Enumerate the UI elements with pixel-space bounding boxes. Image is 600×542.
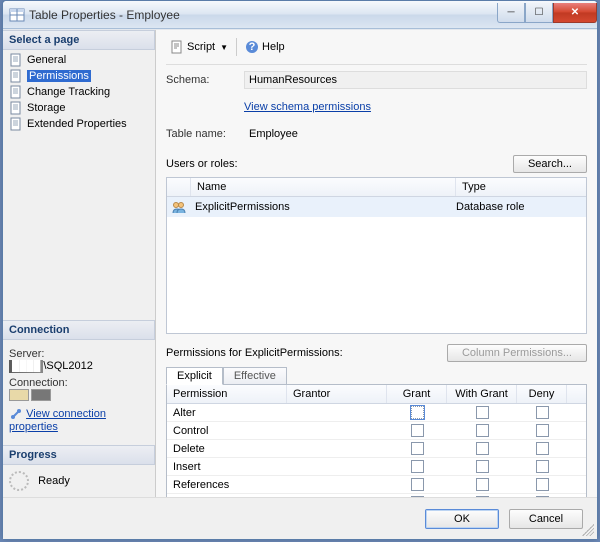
col-withgrant-header[interactable]: With Grant: [447, 385, 517, 403]
connection-label: Connection:: [9, 377, 149, 389]
script-button[interactable]: Script ▼: [166, 38, 232, 56]
server-label: Server:: [9, 348, 149, 360]
with-checkbox[interactable]: [476, 478, 489, 491]
column-permissions-button: Column Permissions...: [447, 344, 587, 362]
deny-checkbox[interactable]: [536, 460, 549, 473]
doc-icon: [9, 117, 23, 131]
user-row[interactable]: ExplicitPermissions Database role: [167, 197, 586, 217]
page-storage[interactable]: Storage: [3, 100, 155, 116]
permission-row[interactable]: References: [167, 476, 586, 494]
progress-spinner-icon: [9, 471, 29, 491]
col-grantor-header[interactable]: Grantor: [287, 385, 387, 403]
doc-icon: [9, 101, 23, 115]
col-grant-header[interactable]: Grant: [387, 385, 447, 403]
permissions-for-label: Permissions for ExplicitPermissions:: [166, 347, 343, 359]
permission-tabs: Explicit Effective: [166, 366, 587, 384]
view-connection-link[interactable]: View connection properties: [9, 408, 106, 433]
deny-checkbox[interactable]: [536, 442, 549, 455]
server-value: ████\SQL2012: [9, 360, 149, 373]
connection-value: [9, 389, 149, 401]
user-type: Database role: [456, 201, 586, 213]
script-label: Script: [187, 41, 215, 53]
with-checkbox[interactable]: [476, 460, 489, 473]
permission-row[interactable]: Insert: [167, 458, 586, 476]
permissions-grid: Permission Grantor Grant With Grant Deny…: [166, 384, 587, 497]
connection-icon: [9, 407, 23, 421]
dialog-window: Table Properties - Employee ─ ☐ ✕ Select…: [2, 0, 598, 540]
titlebar[interactable]: Table Properties - Employee ─ ☐ ✕: [3, 1, 597, 29]
doc-icon: [9, 69, 23, 83]
help-button[interactable]: ? Help: [241, 38, 289, 56]
close-button[interactable]: ✕: [553, 3, 597, 23]
page-list: General Permissions Change Tracking Stor…: [3, 50, 155, 134]
col-name-header[interactable]: Name: [191, 178, 456, 196]
table-name-field: Employee: [244, 125, 587, 143]
col-deny-header[interactable]: Deny: [517, 385, 567, 403]
page-label: Storage: [27, 102, 66, 114]
svg-text:?: ?: [249, 41, 256, 53]
select-page-header: Select a page: [3, 30, 155, 50]
with-checkbox[interactable]: [476, 442, 489, 455]
maximize-button[interactable]: ☐: [525, 3, 553, 23]
search-button[interactable]: Search...: [513, 155, 587, 173]
page-label: Extended Properties: [27, 118, 127, 130]
schema-field: HumanResources: [244, 71, 587, 89]
page-label: Change Tracking: [27, 86, 110, 98]
permission-row[interactable]: Delete: [167, 440, 586, 458]
table-icon: [9, 7, 25, 23]
grant-checkbox[interactable]: [411, 424, 424, 437]
page-extended-properties[interactable]: Extended Properties: [3, 116, 155, 132]
with-checkbox[interactable]: [476, 406, 489, 419]
dropdown-icon: ▼: [220, 43, 228, 52]
table-name-label: Table name:: [166, 128, 244, 140]
progress-status: Ready: [38, 475, 70, 487]
tab-effective[interactable]: Effective: [223, 367, 287, 385]
user-name: ExplicitPermissions: [191, 201, 456, 213]
resize-grip[interactable]: [582, 524, 594, 536]
page-label: General: [27, 54, 66, 66]
deny-checkbox[interactable]: [536, 424, 549, 437]
main-panel: Script ▼ ? Help Schema: HumanResources V…: [155, 30, 597, 497]
cancel-button[interactable]: Cancel: [509, 509, 583, 529]
users-roles-label: Users or roles:: [166, 158, 238, 170]
minimize-button[interactable]: ─: [497, 3, 525, 23]
help-label: Help: [262, 41, 285, 53]
users-grid: Name Type ExplicitPermissions Database r…: [166, 177, 587, 334]
window-title: Table Properties - Employee: [29, 8, 497, 22]
dialog-footer: OK Cancel: [3, 497, 597, 539]
progress-header: Progress: [3, 445, 155, 465]
grant-checkbox[interactable]: [411, 442, 424, 455]
progress-block: Ready: [3, 465, 155, 497]
connection-header: Connection: [3, 320, 155, 340]
ok-button[interactable]: OK: [425, 509, 499, 529]
tab-explicit[interactable]: Explicit: [166, 367, 223, 385]
doc-icon: [9, 85, 23, 99]
script-icon: [170, 40, 184, 54]
grant-checkbox[interactable]: [411, 406, 424, 419]
grant-checkbox[interactable]: [411, 460, 424, 473]
toolbar: Script ▼ ? Help: [166, 36, 587, 65]
grant-checkbox[interactable]: [411, 478, 424, 491]
permission-row[interactable]: Alter: [167, 404, 586, 422]
page-label: Permissions: [27, 70, 91, 82]
role-icon: [171, 199, 187, 215]
permission-row[interactable]: Control: [167, 422, 586, 440]
page-change-tracking[interactable]: Change Tracking: [3, 84, 155, 100]
sidebar: Select a page General Permissions Change…: [3, 30, 155, 497]
page-permissions[interactable]: Permissions: [3, 68, 155, 84]
doc-icon: [9, 53, 23, 67]
deny-checkbox[interactable]: [536, 478, 549, 491]
col-type-header[interactable]: Type: [456, 178, 586, 196]
col-permission-header[interactable]: Permission: [167, 385, 287, 403]
view-schema-permissions-link[interactable]: View schema permissions: [244, 101, 371, 113]
schema-label: Schema:: [166, 74, 244, 86]
with-checkbox[interactable]: [476, 424, 489, 437]
deny-checkbox[interactable]: [536, 406, 549, 419]
help-icon: ?: [245, 40, 259, 54]
page-general[interactable]: General: [3, 52, 155, 68]
